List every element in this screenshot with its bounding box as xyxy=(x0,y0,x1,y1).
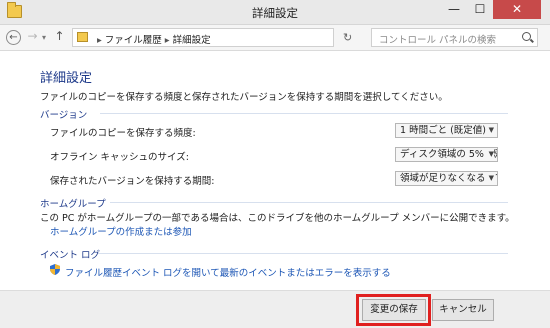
breadcrumb: ▸ ファイル履歴 ▸ 詳細設定 xyxy=(94,32,211,46)
maximize-button[interactable]: ☐ xyxy=(467,0,493,19)
folder-icon xyxy=(77,32,88,42)
breadcrumb-item-advanced[interactable]: 詳細設定 xyxy=(173,35,211,46)
group-title-homegroup: ホームグループ xyxy=(40,199,106,210)
keep-versions-value: 領域が足りなくなるまで xyxy=(400,173,498,184)
address-row: ← → ▾ ↑ ▸ ファイル履歴 ▸ 詳細設定 ↻ コントロール パネルの検索 xyxy=(0,25,550,51)
page-description: ファイルのコピーを保存する頻度と保存されたバージョンを保持する期間を選択してくだ… xyxy=(40,92,448,103)
title-bar: 詳細設定 — ☐ ✕ xyxy=(0,0,550,25)
recent-locations-dropdown-icon[interactable]: ▾ xyxy=(39,31,49,46)
save-frequency-label: ファイルのコピーを保存する頻度: xyxy=(50,128,196,139)
group-divider xyxy=(100,113,508,114)
group-title-versions: バージョン xyxy=(40,110,88,121)
search-icon[interactable] xyxy=(522,32,531,41)
offline-cache-value: ディスク領域の 5% (既 xyxy=(400,149,498,160)
breadcrumb-separator: ▸ xyxy=(97,35,102,46)
main-content: 詳細設定 ファイルのコピーを保存する頻度と保存されたバージョンを保持する期間を選… xyxy=(0,52,550,290)
save-frequency-select[interactable]: 1 時間ごと (既定値) ▼ xyxy=(395,123,498,138)
group-title-event-log: イベント ログ xyxy=(40,250,101,261)
chevron-down-icon: ▼ xyxy=(486,172,494,185)
minimize-button[interactable]: — xyxy=(441,0,467,19)
offline-cache-label: オフライン キャッシュのサイズ: xyxy=(50,152,189,163)
refresh-icon[interactable]: ↻ xyxy=(343,31,352,44)
search-placeholder: コントロール パネルの検索 xyxy=(379,35,497,46)
keep-versions-select[interactable]: 領域が足りなくなるまで ▼ xyxy=(395,171,498,186)
search-input[interactable]: コントロール パネルの検索 xyxy=(371,28,538,47)
close-button[interactable]: ✕ xyxy=(493,0,541,19)
address-bar[interactable]: ▸ ファイル履歴 ▸ 詳細設定 xyxy=(72,28,334,47)
group-divider xyxy=(98,253,508,254)
footer: 変更の保存 キャンセル xyxy=(0,290,550,328)
breadcrumb-separator: ▸ xyxy=(164,35,170,46)
keep-versions-label: 保存されたバージョンを保持する期間: xyxy=(50,176,215,187)
cancel-button[interactable]: キャンセル xyxy=(432,299,494,321)
page-title: 詳細設定 xyxy=(40,71,93,86)
shield-icon xyxy=(50,264,60,275)
group-divider xyxy=(110,202,508,203)
chevron-down-icon: ▼ xyxy=(486,124,494,137)
back-arrow-icon[interactable]: ← xyxy=(6,30,21,45)
up-arrow-icon[interactable]: ↑ xyxy=(52,30,67,45)
save-changes-button[interactable]: 変更の保存 xyxy=(362,299,426,321)
homegroup-text: この PC がホームグループの一部である場合は、このドライブを他のホームグループ… xyxy=(40,213,515,224)
chevron-down-icon: ▼ xyxy=(486,148,494,161)
forward-arrow-icon[interactable]: → xyxy=(25,30,40,45)
homegroup-link[interactable]: ホームグループの作成または参加 xyxy=(50,224,192,238)
event-log-link[interactable]: ファイル履歴イベント ログを開いて最新のイベントまたはエラーを表示する xyxy=(65,265,391,279)
offline-cache-select[interactable]: ディスク領域の 5% (既 ▼ xyxy=(395,147,498,162)
save-frequency-value: 1 時間ごと (既定値) xyxy=(400,125,486,136)
breadcrumb-item-file-history[interactable]: ファイル履歴 xyxy=(105,35,162,46)
